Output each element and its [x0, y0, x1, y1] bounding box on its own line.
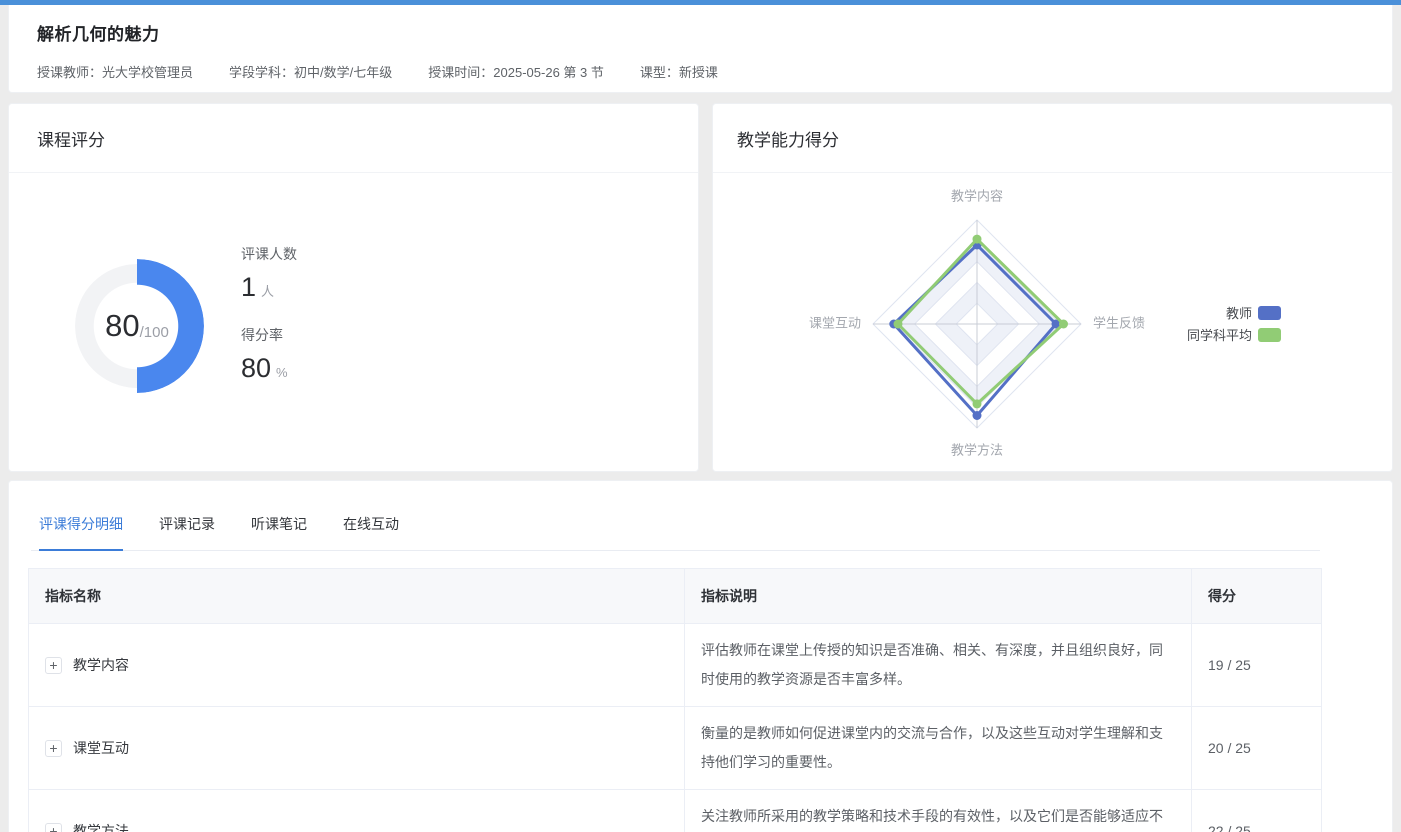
table-row: + 课堂互动 衡量的是教师如何促进课堂内的交流与合作，以及这些互动对学生理解和支持…: [29, 707, 1322, 790]
tab-online-interaction[interactable]: 在线互动: [343, 514, 399, 550]
meta-subject: 学段学科：初中/数学/七年级: [229, 62, 392, 81]
table-row: + 教学内容 评估教师在课堂上传授的知识是否准确、相关、有深度，并且组织良好，同时…: [29, 624, 1322, 707]
lesson-meta: 授课教师：光大学校管理员 学段学科：初中/数学/七年级 授课时间：2025-05…: [37, 62, 1364, 81]
meta-time: 授课时间：2025-05-26 第 3 节: [428, 62, 604, 81]
donut-center-label: 80 /100: [62, 251, 212, 401]
indicator-desc: 关注教师所采用的教学策略和技术手段的有效性，以及它们是否能够适应不同的学习风格和…: [685, 790, 1192, 832]
indicator-name: 课堂互动: [73, 738, 129, 758]
teaching-ability-card: 教学能力得分 教学内容 学生反馈 教学方法 课堂互动 教师 同学科平均: [712, 103, 1393, 472]
stat-reviewers-value: 1人: [241, 272, 297, 303]
lesson-header-card: 解析几何的魅力 授课教师：光大学校管理员 学段学科：初中/数学/七年级 授课时间…: [8, 5, 1393, 93]
score-donut-chart: 80 /100: [62, 251, 212, 401]
radar-grid: [873, 220, 1081, 428]
page-title: 解析几何的魅力: [37, 20, 1364, 45]
header-indicator-desc: 指标说明: [685, 569, 1192, 624]
stat-rate-value: 80%: [241, 353, 297, 384]
teaching-ability-card-title: 教学能力得分: [713, 104, 1392, 173]
radar-axis-label-top: 教学内容: [951, 188, 1003, 203]
meta-teacher: 授课教师：光大学校管理员: [37, 62, 193, 81]
table-header-row: 指标名称 指标说明 得分: [29, 569, 1322, 624]
tab-listening-notes[interactable]: 听课笔记: [251, 514, 307, 550]
table-row: + 教学方法 关注教师所采用的教学策略和技术手段的有效性，以及它们是否能够适应不同…: [29, 790, 1322, 832]
stat-rate-label: 得分率: [241, 325, 297, 345]
radar-axis-label-bottom: 教学方法: [951, 442, 1003, 457]
header-indicator-name: 指标名称: [29, 569, 685, 624]
indicator-score: 20 / 25: [1192, 707, 1322, 790]
legend-swatch[interactable]: [1258, 306, 1281, 320]
donut-score: 80: [105, 308, 139, 344]
indicator-desc: 评估教师在课堂上传授的知识是否准确、相关、有深度，并且组织良好，同时使用的教学资…: [685, 624, 1192, 707]
radar-chart: 教学内容 学生反馈 教学方法 课堂互动 教师 同学科平均: [713, 174, 1392, 472]
course-score-card-title: 课程评分: [9, 104, 698, 173]
indicator-name: 教学方法: [73, 821, 129, 832]
meta-course-type: 课型：新授课: [640, 62, 718, 81]
legend-label-subject-average[interactable]: 同学科平均: [1187, 328, 1252, 343]
indicator-score: 22 / 25: [1192, 790, 1322, 832]
score-stats: 评课人数 1人 得分率 80%: [241, 244, 297, 406]
expand-row-button[interactable]: +: [45, 740, 62, 757]
indicator-score: 19 / 25: [1192, 624, 1322, 707]
course-score-card: 课程评分 80 /100 评课人数 1人 得分率 80%: [8, 103, 699, 472]
detail-section: 评课得分明细 评课记录 听课笔记 在线互动 指标名称 指标说明 得分 + 教学内容…: [8, 480, 1393, 832]
radar-legend[interactable]: 教师 同学科平均: [1187, 306, 1281, 343]
expand-row-button[interactable]: +: [45, 657, 62, 674]
tab-review-records[interactable]: 评课记录: [159, 514, 215, 550]
tab-score-detail[interactable]: 评课得分明细: [39, 514, 123, 551]
indicator-desc: 衡量的是教师如何促进课堂内的交流与合作，以及这些互动对学生理解和支持他们学习的重…: [685, 707, 1192, 790]
legend-swatch[interactable]: [1258, 328, 1281, 342]
header-score: 得分: [1192, 569, 1322, 624]
radar-axis-label-right: 学生反馈: [1093, 315, 1145, 330]
legend-label-teacher[interactable]: 教师: [1226, 306, 1252, 321]
stat-reviewers-label: 评课人数: [241, 244, 297, 264]
indicator-name: 教学内容: [73, 655, 129, 675]
donut-score-max: /100: [140, 324, 169, 341]
score-detail-table: 指标名称 指标说明 得分 + 教学内容 评估教师在课堂上传授的知识是否准确、相关、…: [28, 568, 1322, 832]
expand-row-button[interactable]: +: [45, 823, 62, 832]
radar-axis-label-left: 课堂互动: [809, 315, 861, 330]
detail-tabs: 评课得分明细 评课记录 听课笔记 在线互动: [31, 514, 1320, 551]
